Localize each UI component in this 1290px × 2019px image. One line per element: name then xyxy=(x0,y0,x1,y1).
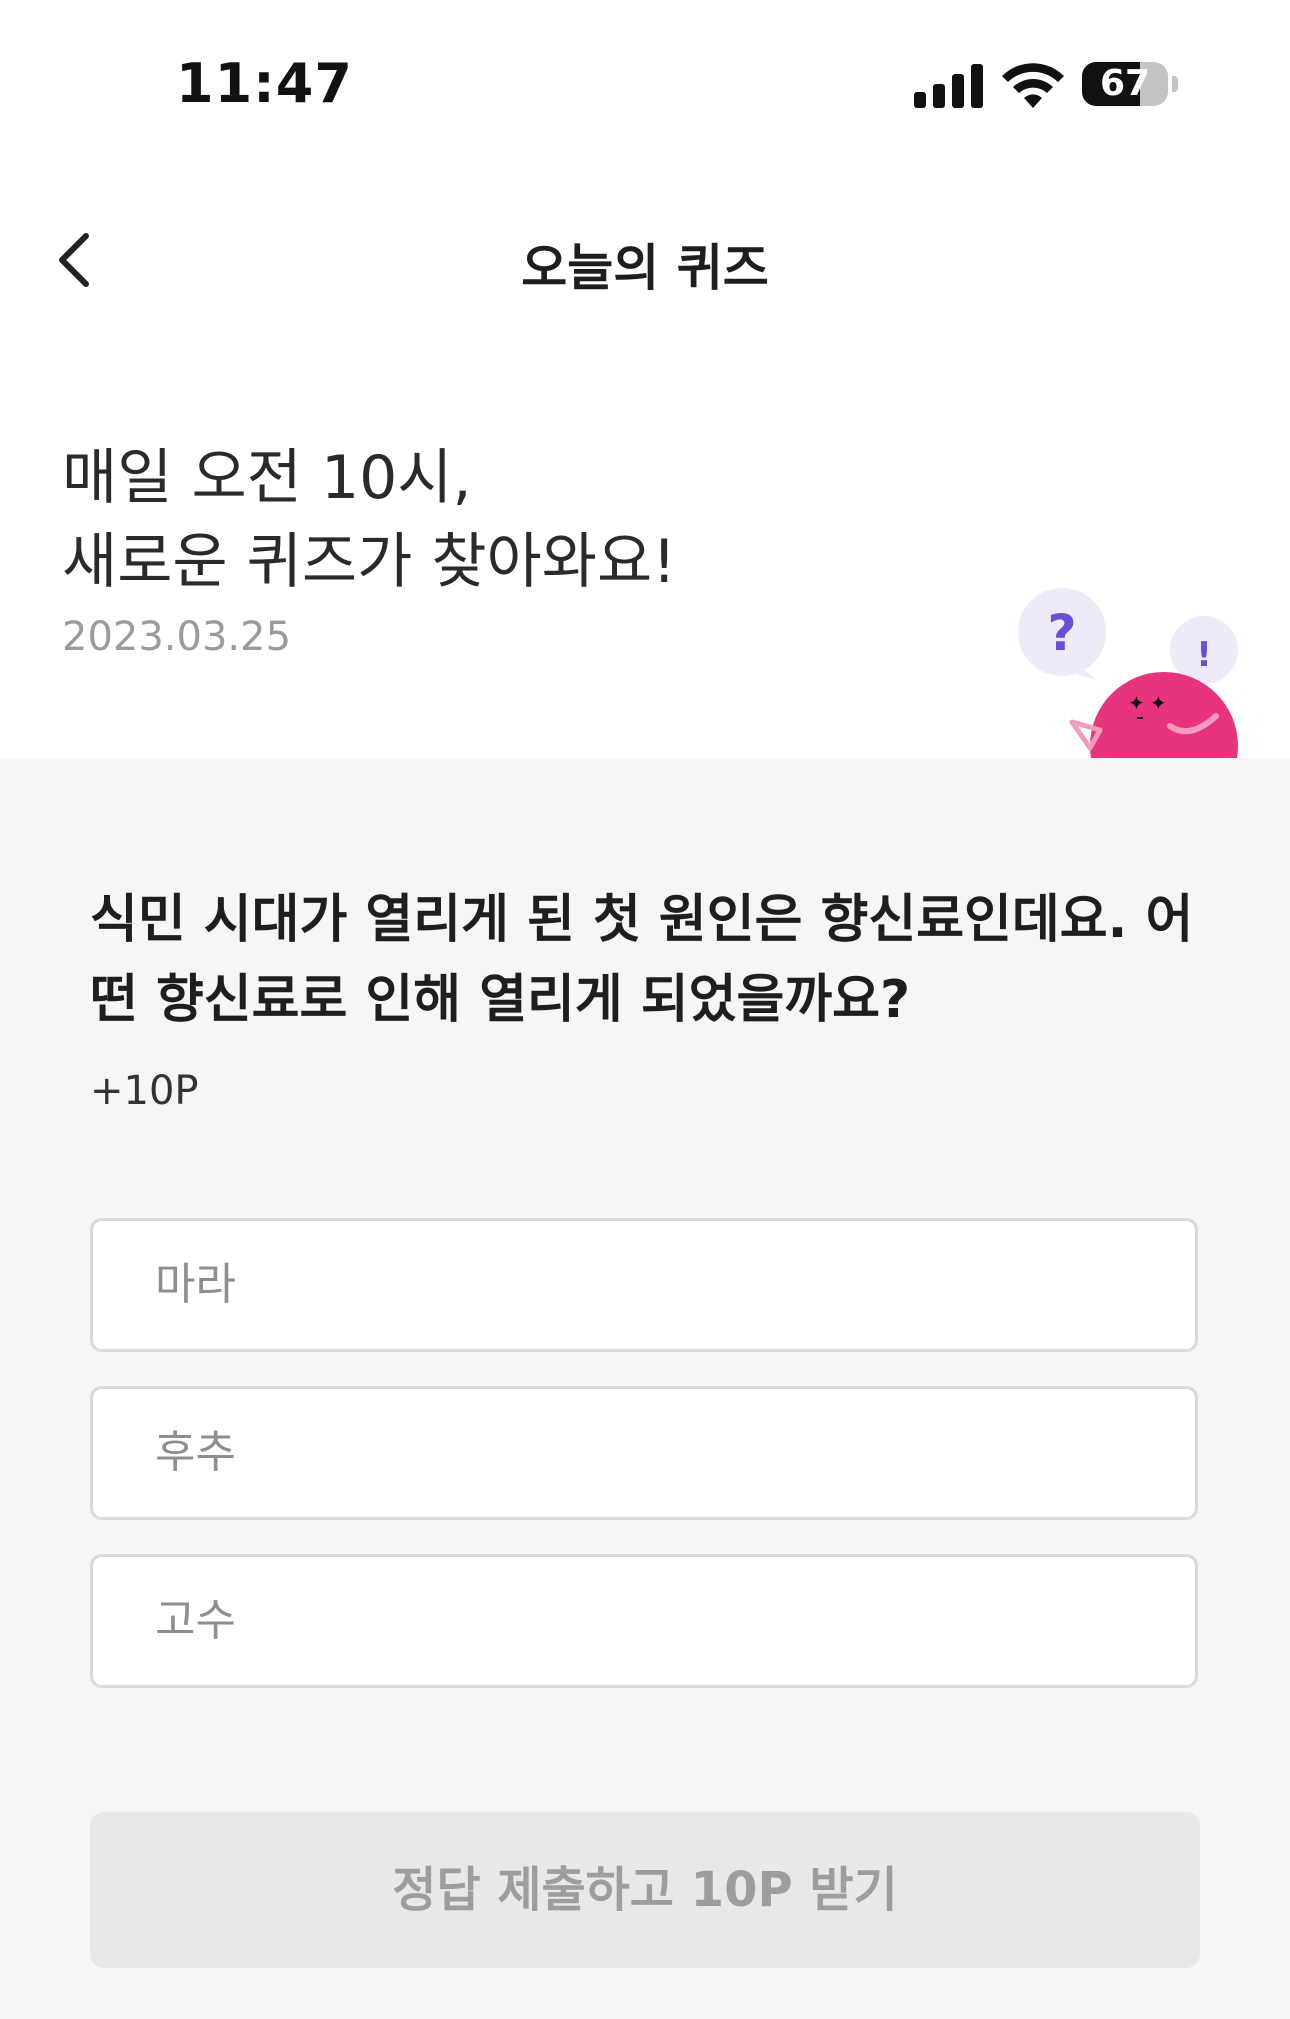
status-bar: 11:47 67 xyxy=(0,0,1290,150)
quiz-date: 2023.03.25 xyxy=(62,614,292,660)
svg-text:!: ! xyxy=(1196,635,1212,675)
answer-option[interactable]: 고수 xyxy=(90,1554,1198,1688)
battery-level: 67 xyxy=(1099,63,1151,104)
quiz-question: 식민 시대가 열리게 된 첫 원인은 향신료인데요. 어떤 향신료로 인해 열리… xyxy=(90,890,1194,1030)
intro-section: 매일 오전 10시, 새로운 퀴즈가 찾아와요! 2023.03.25 xyxy=(62,436,676,660)
answer-option[interactable]: 마라 xyxy=(90,1218,1198,1352)
intro-line-1: 매일 오전 10시, xyxy=(62,443,472,513)
quiz-section: 식민 시대가 열리게 된 첫 원인은 향신료인데요. 어떤 향신료로 인해 열리… xyxy=(0,758,1290,2019)
answer-option[interactable]: 후추 xyxy=(90,1386,1198,1520)
status-time: 11:47 xyxy=(176,52,353,115)
mascot-illustration: ? ! ✦ ✦ xyxy=(1018,588,1238,760)
answer-option-label: 마라 xyxy=(155,1259,236,1310)
nav-header: 오늘의 퀴즈 xyxy=(0,200,1290,320)
svg-text:?: ? xyxy=(1047,604,1076,662)
answer-option-label: 고수 xyxy=(155,1595,236,1646)
intro-line-2: 새로운 퀴즈가 찾아와요! xyxy=(62,527,677,597)
signal-icon xyxy=(914,64,983,108)
battery-icon: 67 xyxy=(1082,60,1178,110)
quiz-points: +10P xyxy=(90,1068,199,1114)
submit-answer-button[interactable]: 정답 제출하고 10P 받기 xyxy=(90,1812,1200,1968)
svg-text:✦: ✦ xyxy=(1128,691,1145,715)
answer-option-label: 후추 xyxy=(155,1427,236,1478)
page-title: 오늘의 퀴즈 xyxy=(521,239,769,297)
wifi-icon xyxy=(1002,63,1064,108)
svg-text:✦: ✦ xyxy=(1150,691,1167,715)
